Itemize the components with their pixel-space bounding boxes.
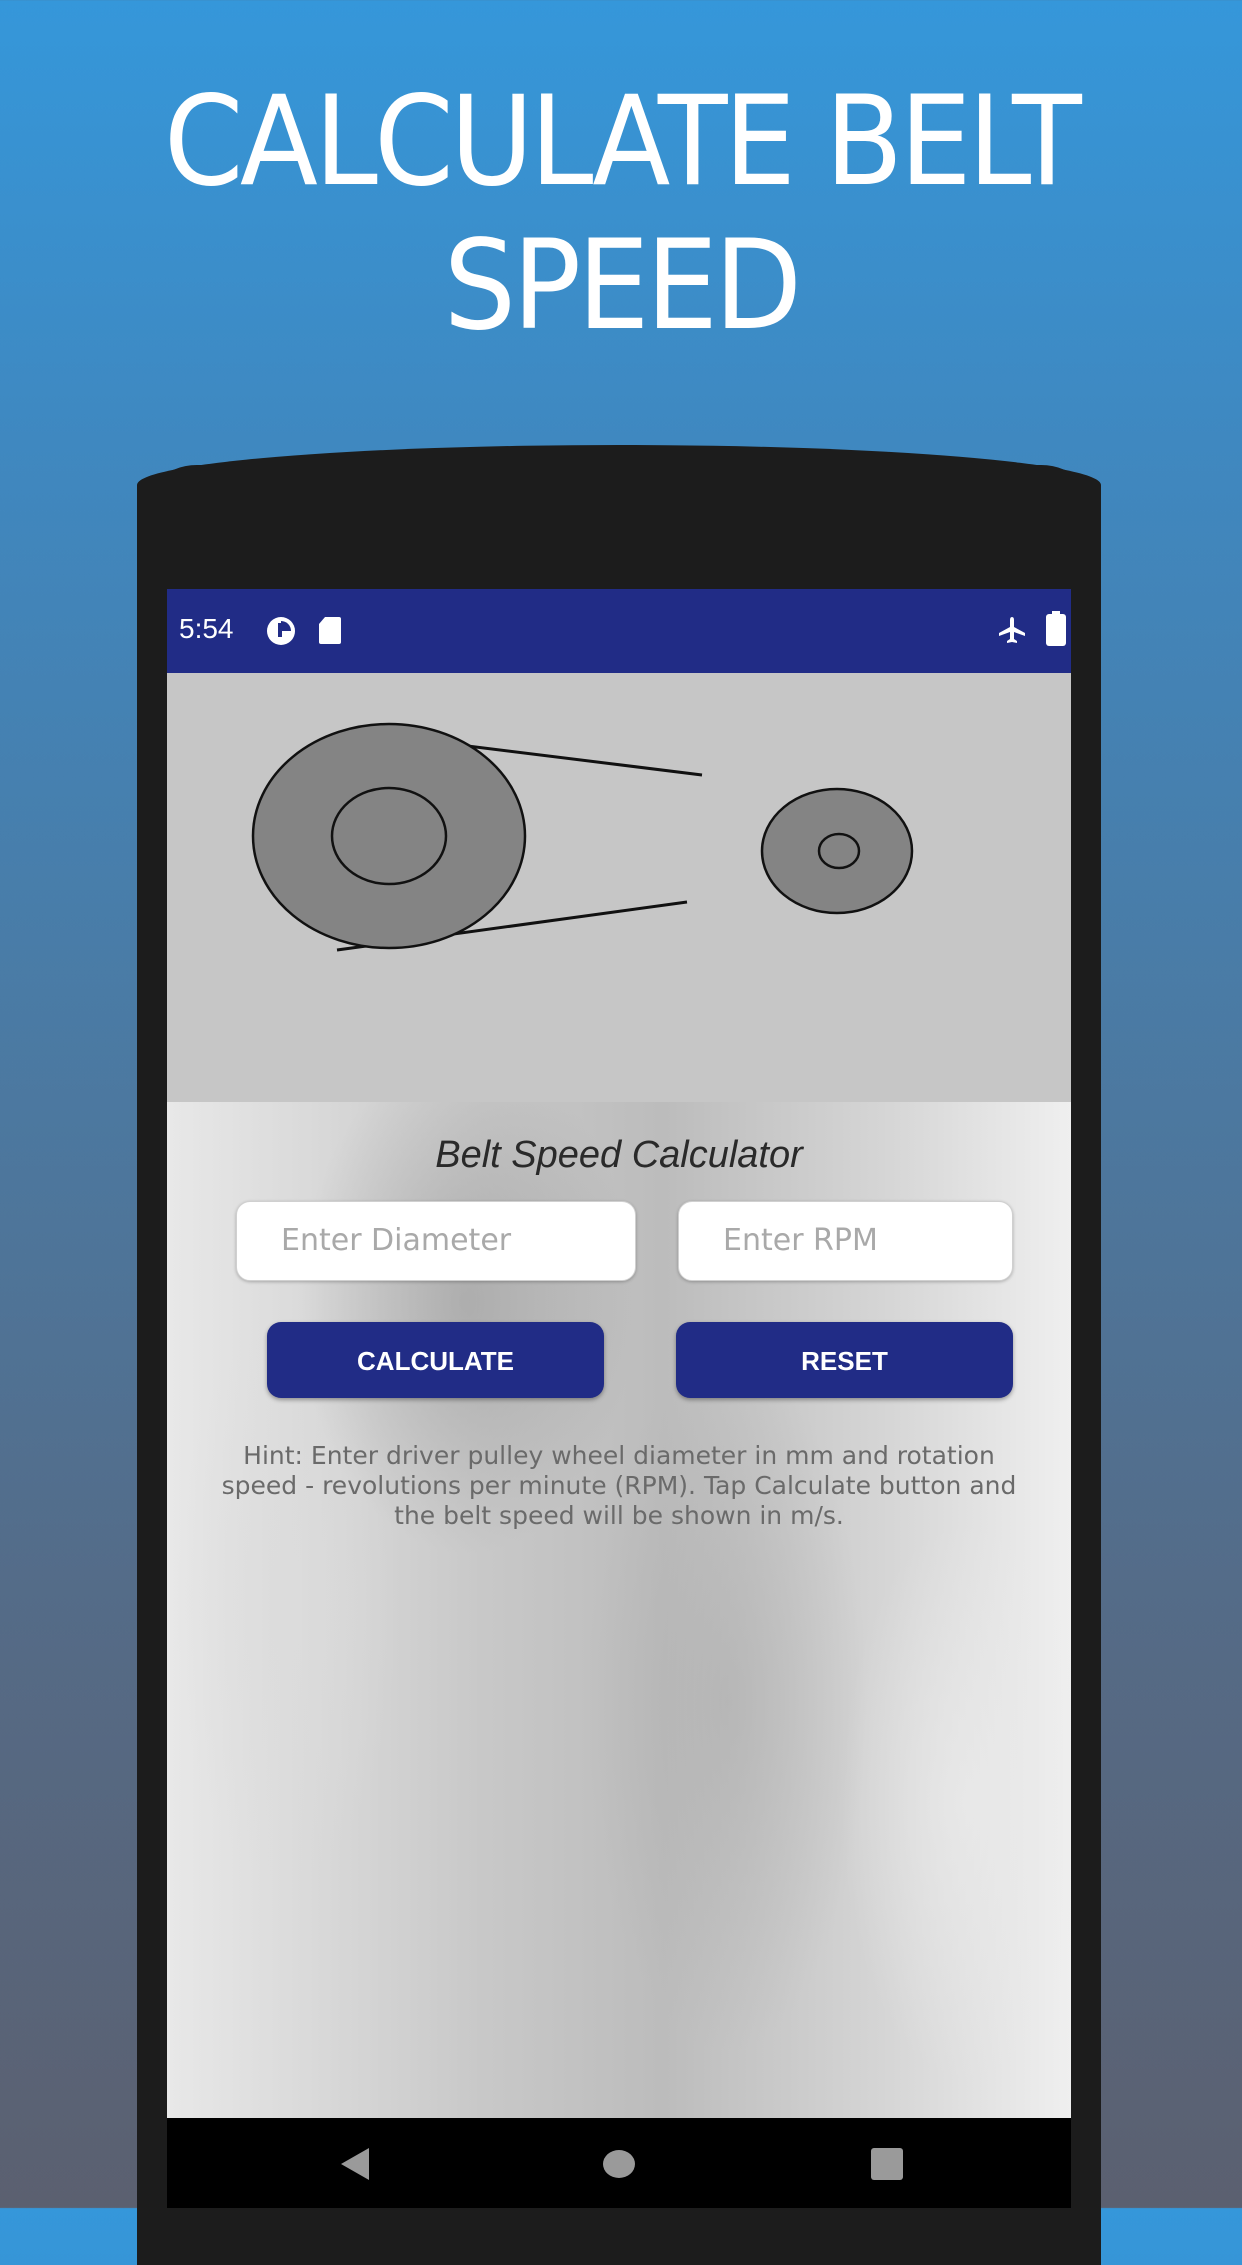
promo-title: CALCULATE BELT SPEED <box>50 70 1193 358</box>
navigation-bar <box>167 2118 1071 2208</box>
battery-icon <box>1045 611 1067 652</box>
promo-title-line-1: CALCULATE BELT <box>163 70 1082 214</box>
belt-drive-illustration <box>167 673 1071 1102</box>
home-icon[interactable] <box>601 2146 637 2187</box>
phone-screen: 5:54 Belt Speed Calculator Enter Diamete… <box>167 589 1071 2208</box>
data-saver-icon <box>265 615 297 652</box>
reset-button[interactable]: RESET <box>676 1322 1013 1398</box>
recents-icon[interactable] <box>869 2146 905 2187</box>
status-time: 5:54 <box>179 613 234 644</box>
status-bar: 5:54 <box>167 589 1071 673</box>
airplane-mode-icon <box>997 615 1027 650</box>
driven-pulley-hub <box>817 832 861 870</box>
back-icon[interactable] <box>337 2146 373 2187</box>
hint-text: Hint: Enter driver pulley wheel diameter… <box>221 1441 1017 1530</box>
calculate-button[interactable]: CALCULATE <box>267 1322 604 1398</box>
diameter-field[interactable] <box>236 1201 636 1281</box>
rpm-input[interactable] <box>721 1222 987 1259</box>
sd-card-icon <box>317 615 343 650</box>
calculator-title: Belt Speed Calculator <box>435 1134 803 1176</box>
calculator-panel: Belt Speed Calculator CALCULATE RESET Hi… <box>167 1102 1071 2118</box>
phone-frame: 5:54 Belt Speed Calculator Enter Diamete… <box>137 445 1101 2265</box>
driver-pulley-hub <box>330 786 448 886</box>
rpm-field[interactable] <box>678 1201 1013 1281</box>
promo-title-line-2: SPEED <box>443 214 802 358</box>
diameter-input[interactable] <box>279 1222 604 1259</box>
